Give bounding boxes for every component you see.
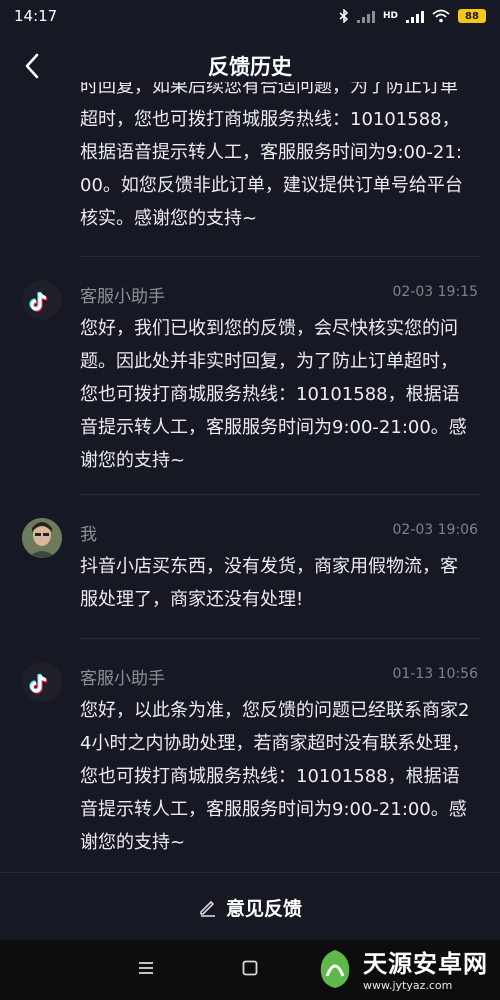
tiktok-logo-icon: [29, 291, 48, 312]
watermark-text: 天源安卓网 www.jytyaz.com: [363, 944, 488, 992]
bluetooth-icon: [339, 9, 349, 23]
wifi-icon: [432, 9, 450, 23]
square-icon: [242, 960, 258, 976]
divider: [80, 638, 480, 639]
user-photo-icon: [22, 518, 62, 558]
sender-name: 客服小助手: [80, 669, 165, 689]
network-badge: HD: [382, 11, 398, 21]
home-button[interactable]: [242, 960, 258, 981]
message-time: 02-03 19:06: [392, 522, 478, 538]
avatar: [22, 662, 62, 702]
pencil-icon: [200, 901, 215, 917]
sender-name: 客服小助手: [80, 287, 165, 307]
watermark-logo-icon: [320, 950, 350, 988]
status-icons: HD 88: [339, 9, 486, 23]
message-text: 您好，以此条为准，您反馈的问题已经联系商家24小时之内协助处理，若商家超时没有联…: [80, 700, 470, 853]
chevron-left-icon: [25, 53, 39, 79]
signal-1-icon: [356, 9, 375, 23]
watermark: 天源安卓网 www.jytyaz.com: [313, 944, 488, 992]
feedback-button[interactable]: 意见反馈: [0, 872, 500, 941]
battery-level: 88: [465, 10, 479, 22]
feedback-label: 意见反馈: [225, 897, 302, 920]
divider: [80, 256, 480, 257]
battery-icon: 88: [458, 9, 486, 23]
signal-2-icon: [406, 9, 424, 23]
message-time: 02-03 19:15: [392, 284, 478, 300]
message-text: 您好，我们已收到您的反馈，会尽快核实您的问题。因此处并非实时回复，为了防止订单超…: [80, 318, 467, 471]
page-title: 反馈历史: [208, 55, 292, 79]
status-time: 14:17: [14, 7, 58, 25]
avatar: [22, 280, 62, 320]
feedback-history-list[interactable]: 时回复，如果后续您有合适问题，为了防止订单超时，您也可拨打商城服务热线：1010…: [0, 82, 500, 872]
watermark-url: www.jytyaz.com: [363, 979, 453, 992]
tiktok-logo-icon: [29, 673, 48, 694]
menu-icon: [139, 962, 153, 974]
status-bar: 14:17 HD 88: [0, 0, 500, 32]
message-text: 抖音小店买东西，没有发货，商家用假物流，客服处理了，商家还没有处理!: [80, 556, 458, 610]
sender-name: 我: [80, 525, 97, 545]
watermark-title: 天源安卓网: [363, 950, 488, 978]
divider: [80, 494, 480, 495]
menu-button[interactable]: [138, 960, 154, 981]
message-text: 时回复，如果后续您有合适问题，为了防止订单超时，您也可拨打商城服务热线：1010…: [80, 82, 463, 229]
message-time: 01-13 10:56: [392, 666, 478, 682]
avatar: [22, 518, 62, 558]
back-button[interactable]: [18, 52, 46, 80]
